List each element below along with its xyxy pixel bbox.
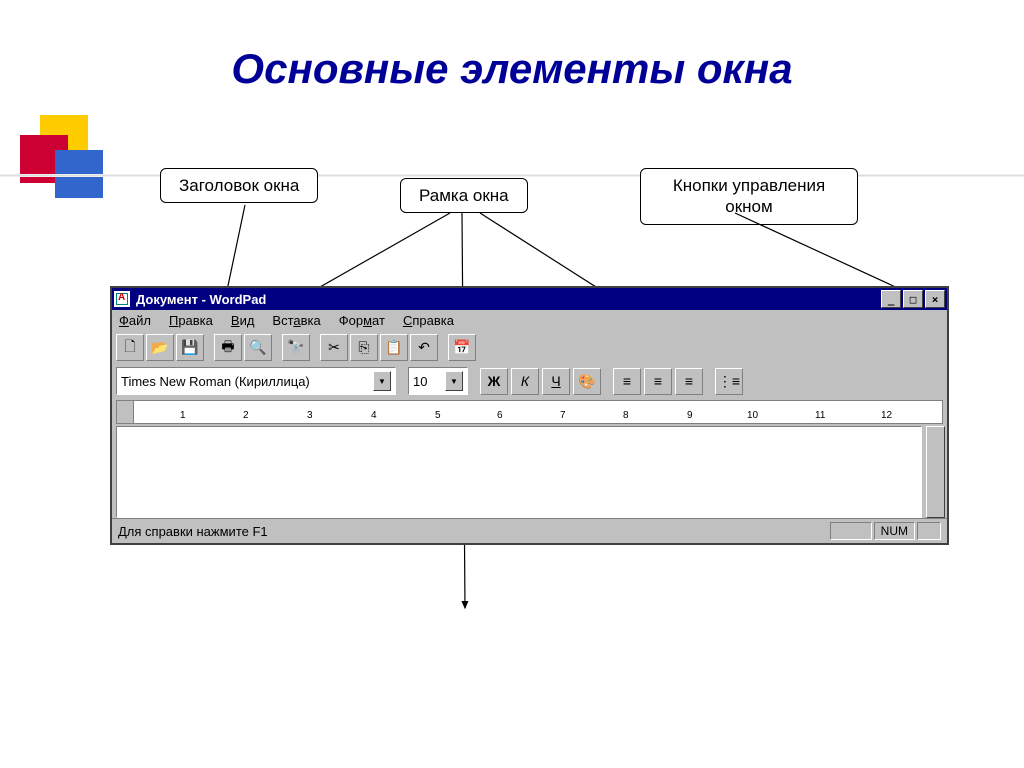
status-bar: Для справки нажмите F1 NUM <box>112 518 947 543</box>
font-name-value: Times New Roman (Кириллица) <box>121 374 310 389</box>
align-left-icon[interactable]: ≡ <box>613 368 641 395</box>
title-underline <box>0 174 1024 177</box>
preview-icon[interactable]: 🔍 <box>244 334 272 361</box>
paste-icon[interactable]: 📋 <box>380 334 408 361</box>
italic-button[interactable]: К <box>511 368 539 395</box>
save-icon[interactable]: 💾 <box>176 334 204 361</box>
datetime-icon[interactable]: 📅 <box>448 334 476 361</box>
align-right-icon[interactable]: ≡ <box>675 368 703 395</box>
new-icon[interactable]: 🗋 <box>116 334 144 361</box>
document-area[interactable] <box>116 426 922 518</box>
vertical-scrollbar[interactable] <box>926 426 945 518</box>
menu-bar: Файл Правка Вид Вставка Формат Справка <box>112 310 947 331</box>
undo-icon[interactable]: ↶ <box>410 334 438 361</box>
close-button[interactable]: × <box>925 290 945 308</box>
titlebar[interactable]: Документ - WordPad _ □ × <box>112 288 947 310</box>
menu-help[interactable]: Справка <box>400 312 457 329</box>
callout-window-title: Заголовок окна <box>160 168 318 203</box>
titlebar-text: Документ - WordPad <box>136 292 881 307</box>
font-size-value: 10 <box>413 374 427 389</box>
app-icon <box>114 291 130 307</box>
status-text: Для справки нажмите F1 <box>118 524 828 539</box>
window-control-buttons: _ □ × <box>881 290 945 308</box>
wordpad-window: Документ - WordPad _ □ × Файл Правка Вид… <box>110 286 949 545</box>
resize-grip[interactable] <box>917 522 941 540</box>
align-center-icon[interactable]: ≡ <box>644 368 672 395</box>
callout-control-buttons: Кнопки управления окном <box>640 168 858 225</box>
slide-title: Основные элементы окна <box>0 45 1024 93</box>
font-size-combo[interactable]: 10 ▼ <box>408 367 468 395</box>
format-toolbar: Times New Roman (Кириллица) ▼ 10 ▼ Ж К Ч… <box>112 364 947 398</box>
underline-button[interactable]: Ч <box>542 368 570 395</box>
copy-icon[interactable]: ⎘ <box>350 334 378 361</box>
menu-insert[interactable]: Вставка <box>269 312 323 329</box>
menu-file[interactable]: Файл <box>116 312 154 329</box>
callout-window-frame: Рамка окна <box>400 178 528 213</box>
find-icon[interactable]: 🔭 <box>282 334 310 361</box>
menu-format[interactable]: Формат <box>336 312 388 329</box>
menu-view[interactable]: Вид <box>228 312 258 329</box>
open-icon[interactable]: 📂 <box>146 334 174 361</box>
ruler[interactable]: 1 2 3 4 5 6 7 8 9 10 11 12 <box>116 400 943 424</box>
status-cell-blank <box>830 522 872 540</box>
dropdown-icon[interactable]: ▼ <box>373 371 391 391</box>
ruler-scale: 1 2 3 4 5 6 7 8 9 10 11 12 <box>135 401 942 423</box>
maximize-button[interactable]: □ <box>903 290 923 308</box>
bullets-icon[interactable]: ⋮≡ <box>715 368 743 395</box>
bold-button[interactable]: Ж <box>480 368 508 395</box>
menu-edit[interactable]: Правка <box>166 312 216 329</box>
status-num: NUM <box>874 522 915 540</box>
print-icon[interactable]: 🖶 <box>214 334 242 361</box>
standard-toolbar: 🗋 📂 💾 🖶 🔍 🔭 ✂ ⎘ 📋 ↶ 📅 <box>112 331 947 364</box>
dropdown-icon[interactable]: ▼ <box>445 371 463 391</box>
cut-icon[interactable]: ✂ <box>320 334 348 361</box>
minimize-button[interactable]: _ <box>881 290 901 308</box>
color-icon[interactable]: 🎨 <box>573 368 601 395</box>
font-name-combo[interactable]: Times New Roman (Кириллица) ▼ <box>116 367 396 395</box>
tab-selector[interactable] <box>117 401 134 423</box>
